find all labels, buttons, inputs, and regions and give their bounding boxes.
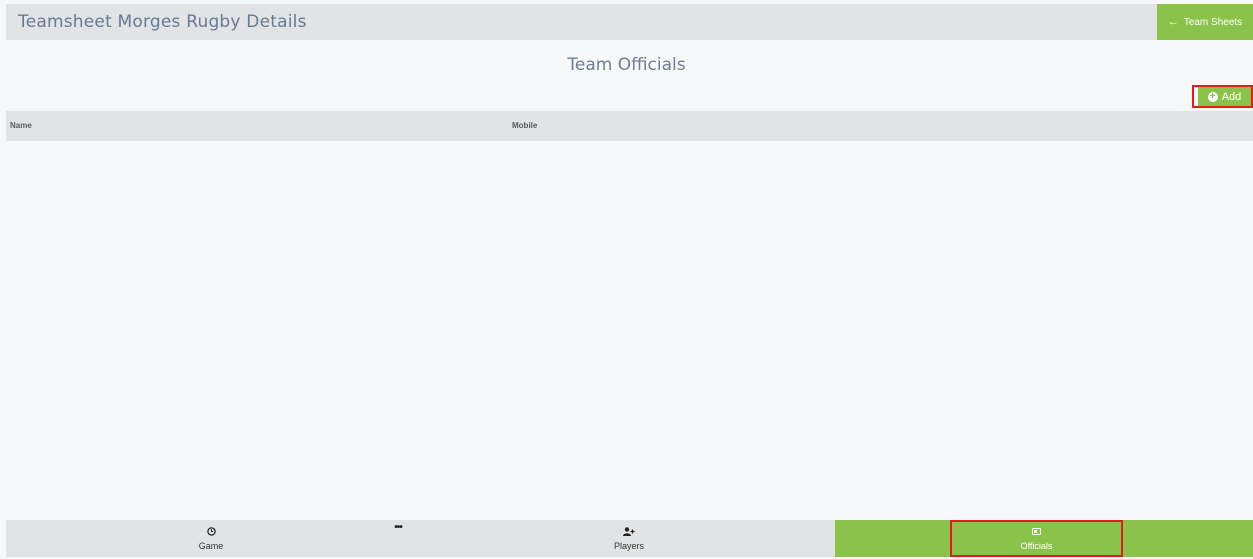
- user-plus-icon: [623, 526, 635, 539]
- tab-more[interactable]: •••: [388, 520, 408, 559]
- tab-players-label: Players: [613, 540, 644, 551]
- tab-game[interactable]: Game: [186, 520, 236, 557]
- plus-circle-icon: +: [1207, 91, 1218, 102]
- tab-officials-label: Officials: [1020, 540, 1053, 551]
- add-button-body: + Add: [1198, 87, 1251, 106]
- column-header-mobile[interactable]: Mobile: [512, 111, 537, 141]
- officials-table-header: Name Mobile: [6, 111, 1253, 141]
- tab-game-label: Game: [198, 540, 224, 551]
- section-title: Team Officials: [567, 55, 686, 75]
- add-official-button[interactable]: + Add: [1192, 85, 1253, 108]
- back-button-label: Team Sheets: [1183, 16, 1243, 28]
- tab-players[interactable]: Players: [604, 520, 654, 557]
- team-sheets-back-button[interactable]: ← Team Sheets: [1157, 4, 1253, 40]
- clock-icon: [206, 526, 216, 539]
- add-button-label: Add: [1221, 90, 1242, 103]
- id-card-icon: [1032, 527, 1041, 539]
- bottom-navigation: Game ••• Players Officials: [6, 520, 1253, 557]
- more-dots-icon: •••: [394, 522, 402, 533]
- page-title: Teamsheet Morges Rugby Details: [18, 12, 307, 32]
- arrow-left-icon: ←: [1167, 16, 1179, 28]
- app-header: Teamsheet Morges Rugby Details ← Team Sh…: [6, 4, 1253, 40]
- column-header-name[interactable]: Name: [10, 111, 32, 141]
- tab-officials[interactable]: Officials: [950, 520, 1123, 557]
